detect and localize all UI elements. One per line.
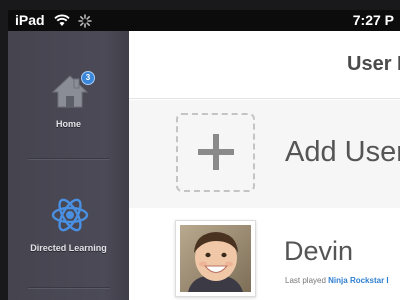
add-user-row[interactable]: Add User xyxy=(129,100,400,208)
sidebar-item-label: Directed Learning xyxy=(30,243,107,253)
atom-icon xyxy=(51,198,89,232)
device-frame: iPad 7:27 P 3 Home Directed Learning Use… xyxy=(0,0,400,300)
page-title: User M xyxy=(347,53,400,75)
last-played-game-link[interactable]: Ninja Rockstar I xyxy=(328,276,388,285)
user-photo xyxy=(180,225,251,292)
clock: 7:27 P xyxy=(352,12,394,28)
user-name: Devin xyxy=(284,236,354,266)
last-played-prefix: Last played xyxy=(285,276,326,285)
user-list-item[interactable]: Devin Last played Ninja Rockstar I xyxy=(129,208,400,300)
add-user-label: Add User xyxy=(285,136,400,168)
sidebar-item-label: Home xyxy=(55,119,81,129)
wifi-icon xyxy=(54,14,70,26)
user-avatar[interactable] xyxy=(175,220,256,297)
carrier-label: iPad xyxy=(15,12,45,28)
last-played-text: Last played Ninja Rockstar I xyxy=(285,276,389,285)
plus-icon xyxy=(198,134,234,170)
main-content: User M Add User xyxy=(129,31,400,300)
notification-badge: 3 xyxy=(81,71,95,85)
sidebar-item-home[interactable]: 3 Home xyxy=(8,31,129,159)
app-screen: 3 Home Directed Learning User Add User D… xyxy=(8,31,400,300)
status-bar: iPad 7:27 P xyxy=(8,10,400,31)
sidebar: 3 Home Directed Learning xyxy=(8,31,129,300)
add-user-button[interactable] xyxy=(176,113,255,192)
sidebar-item-directed-learning[interactable]: Directed Learning xyxy=(8,159,129,287)
sidebar-divider xyxy=(28,287,110,289)
header-bar: User M xyxy=(129,31,400,99)
activity-spinner-icon xyxy=(78,14,92,28)
